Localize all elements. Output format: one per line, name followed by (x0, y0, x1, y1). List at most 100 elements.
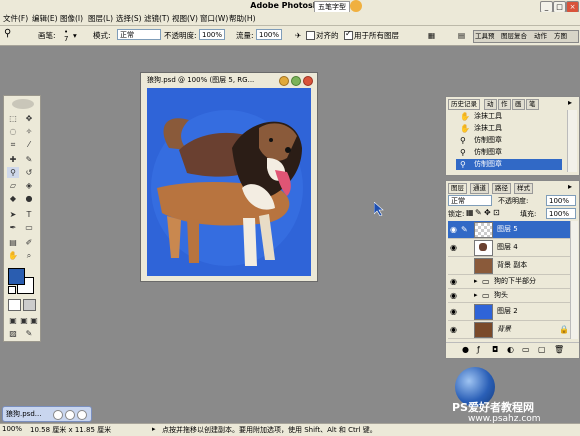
healing-brush-tool-icon[interactable]: ✚ (7, 154, 19, 165)
brush-tool-icon[interactable]: ✎ (23, 154, 35, 165)
all-layers-checkbox[interactable]: ✓ (344, 29, 353, 40)
history-scrollbar[interactable] (567, 110, 577, 172)
eyedropper-tool-icon[interactable]: ✐ (23, 237, 35, 248)
history-item[interactable]: ⚲ 仿制图章 (456, 147, 562, 158)
layer-row-selected[interactable]: ◉ ✎ 图层 5 (448, 221, 570, 239)
blur-tool-icon[interactable]: ◆ (7, 193, 19, 204)
eye-icon[interactable]: ◉ (449, 243, 458, 252)
pattern-icon[interactable]: ▦ (428, 30, 435, 41)
airbrush-icon[interactable]: ✈ (295, 30, 301, 41)
tab-layers[interactable]: 图层 (448, 183, 467, 194)
zoom-level[interactable]: 100% (2, 425, 22, 433)
layers-scrollbar[interactable] (570, 221, 578, 339)
close-doc-button[interactable] (77, 410, 87, 420)
hand-tool-icon[interactable]: ✋ (7, 250, 19, 261)
doc-close-button[interactable] (303, 76, 313, 86)
blend-mode-select[interactable]: 正常 (448, 195, 492, 206)
lasso-tool-icon[interactable]: ◌ (7, 126, 19, 137)
eye-hidden-slot[interactable] (449, 261, 458, 270)
tab-history[interactable]: 历史记录 (448, 99, 480, 110)
menu-edit[interactable]: 编辑(E) (32, 13, 58, 24)
link-layers-icon[interactable]: ● (462, 345, 469, 354)
doc-minimize-button[interactable] (279, 76, 289, 86)
layer-row[interactable]: ◉ 图层 2 (448, 303, 570, 321)
brush-picker-arrow-icon[interactable]: ▾ (73, 30, 77, 41)
mode-select[interactable]: 正常 (117, 29, 161, 40)
crop-tool-icon[interactable]: ⌗ (7, 139, 19, 150)
history-item-selected[interactable]: ⚲ 仿制图章 (456, 159, 562, 170)
layer-row[interactable]: ◉ 图层 4 (448, 239, 570, 257)
type-tool-icon[interactable]: T (23, 209, 35, 220)
menu-view[interactable]: 视图(V) (172, 13, 198, 24)
eye-icon[interactable]: ◉ (449, 277, 458, 286)
move-tool-icon[interactable]: ✥ (23, 113, 35, 124)
menu-image[interactable]: 图像(I) (60, 13, 83, 24)
menu-layer[interactable]: 图层(L) (88, 13, 113, 24)
panel-menu-arrow-icon[interactable]: ▸ (568, 98, 572, 107)
notes-tool-icon[interactable]: ▤ (7, 237, 19, 248)
expand-arrow-icon[interactable]: ▸ (474, 275, 478, 288)
palette-well-tab-actions[interactable]: 动作 (534, 31, 547, 42)
palette-well-tab-layer-comps[interactable]: 图层复合 (501, 31, 527, 42)
eye-icon[interactable]: ◉ (449, 307, 458, 316)
quick-mask-mode-icon[interactable] (23, 299, 36, 311)
new-layer-icon[interactable]: ▢ (538, 345, 546, 354)
opacity-input[interactable]: 100% (199, 29, 225, 40)
paint-bucket-tool-icon[interactable]: ◈ (23, 180, 35, 191)
layer-row[interactable]: ◉ 背景 🔒 (448, 321, 570, 339)
expand-arrow-icon[interactable]: ▸ (474, 289, 478, 302)
aligned-checkbox[interactable] (306, 31, 315, 40)
image-canvas[interactable] (147, 88, 311, 276)
menu-window[interactable]: 窗口(W) (200, 13, 228, 24)
eye-icon[interactable]: ◉ (449, 325, 458, 334)
minimized-document[interactable]: 狼狗.psd... (2, 406, 92, 422)
eraser-tool-icon[interactable]: ▱ (7, 180, 19, 191)
tab-actions-2[interactable]: 作 (498, 99, 511, 110)
flow-input[interactable]: 100% (256, 29, 282, 40)
maximize-doc-button[interactable] (65, 410, 75, 420)
shape-tool-icon[interactable]: ▭ (23, 222, 35, 233)
palette-well-tab-histogram[interactable]: 方图 (554, 31, 567, 42)
menu-help[interactable]: 帮助(H) (229, 13, 256, 24)
pen-tool-icon[interactable]: ✒ (7, 222, 19, 233)
clone-stamp-tool-icon[interactable]: ⚲ (4, 28, 11, 39)
layer-style-icon[interactable]: ƒ (477, 345, 480, 354)
tab-styles[interactable]: 样式 (514, 183, 533, 194)
layer-mask-icon[interactable]: ◘ (492, 345, 498, 354)
eye-icon[interactable]: ◉ (449, 225, 458, 234)
screen-mode-full-icon[interactable]: ▣ (29, 315, 39, 326)
standard-mode-icon[interactable] (8, 299, 21, 311)
panel-menu-arrow-icon[interactable]: ▸ (568, 182, 572, 191)
menu-select[interactable]: 选择(S) (116, 13, 142, 24)
tab-actions-1[interactable]: 动 (484, 99, 497, 110)
tab-brushes-1[interactable]: 画 (512, 99, 525, 110)
fill-input[interactable]: 100% (546, 208, 576, 219)
layer-group-row[interactable]: ◉ ▸ ▭ 狗的下半部分 (448, 275, 570, 289)
tab-paths[interactable]: 路径 (492, 183, 511, 194)
jump-to-imageready-icon[interactable]: ▨ (7, 328, 19, 339)
dodge-tool-icon[interactable]: ● (23, 193, 35, 204)
lock-image-icon[interactable]: ✎ (475, 208, 482, 217)
history-item[interactable]: ⚲ 仿制图章 (456, 135, 562, 146)
trash-icon[interactable]: 🗑 (554, 345, 564, 354)
layer-opacity-input[interactable]: 100% (546, 195, 576, 206)
lock-all-icon[interactable]: ⊡ (493, 208, 500, 217)
history-item[interactable]: ✋ 涂抹工具 (456, 123, 562, 134)
eye-icon[interactable]: ◉ (449, 291, 458, 300)
edit-icon[interactable]: ✎ (23, 328, 35, 339)
layer-group-row[interactable]: ◉ ▸ ▭ 狗头 (448, 289, 570, 303)
layer-row[interactable]: 背景 副本 (448, 257, 570, 275)
lock-transparency-icon[interactable]: ▦ (466, 208, 474, 217)
zoom-tool-icon[interactable]: ⌕ (23, 250, 35, 261)
palette-well-tab-tool-presets[interactable]: 工具预 (475, 31, 495, 42)
clone-stamp-tool-icon[interactable]: ⚲ (7, 167, 19, 178)
path-selection-tool-icon[interactable]: ➤ (7, 209, 19, 220)
new-group-icon[interactable]: ▭ (522, 345, 530, 354)
adjustment-layer-icon[interactable]: ◐ (507, 345, 514, 354)
menu-file[interactable]: 文件(F) (3, 13, 28, 24)
history-brush-tool-icon[interactable]: ↺ (23, 167, 35, 178)
foreground-color-swatch[interactable] (8, 268, 25, 285)
menu-filter[interactable]: 滤镜(T) (144, 13, 169, 24)
tab-channels[interactable]: 通道 (470, 183, 489, 194)
history-item[interactable]: ✋ 涂抹工具 (456, 111, 562, 122)
